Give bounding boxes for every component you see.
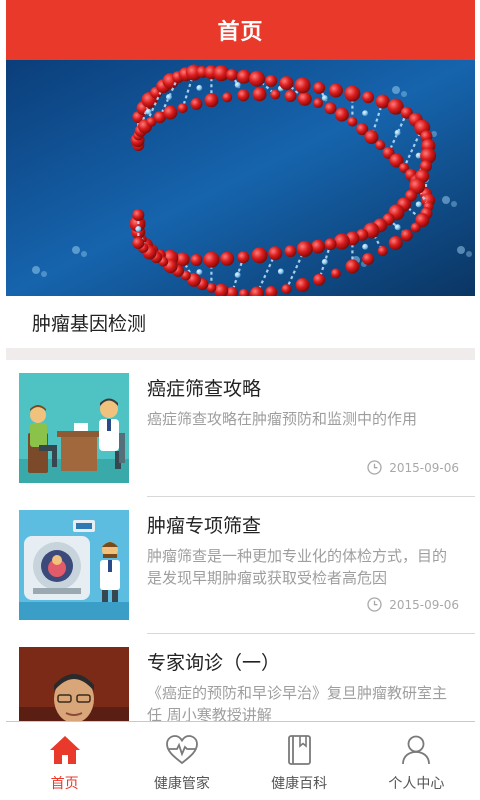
medical-scanner-illustration <box>19 510 129 620</box>
tab-health-manager-label: 健康管家 <box>153 776 210 792</box>
banner-carousel[interactable] <box>6 60 475 296</box>
article-thumbnail[interactable] <box>19 373 129 483</box>
person-icon <box>402 735 431 765</box>
tab-health-manager[interactable]: 健康管家 <box>123 722 240 800</box>
article-date: 2015-09-06 <box>367 460 459 475</box>
book-icon <box>288 735 312 765</box>
tab-health-encyclopedia-label: 健康百科 <box>271 776 328 792</box>
article-title[interactable]: 专家询诊（一） <box>147 648 280 675</box>
tab-health-encyclopedia[interactable]: 健康百科 <box>241 722 358 800</box>
bottom-tab-bar: 首页 健康管家 健康百科 个人中心 <box>6 721 475 800</box>
section-divider <box>6 348 475 360</box>
article-date-text: 2015-09-06 <box>389 597 459 612</box>
home-icon <box>49 736 80 764</box>
dna-molecule-image <box>6 60 475 296</box>
banner-caption[interactable]: 肿瘤基因检测 <box>6 296 475 348</box>
article-summary: 肿瘤筛查是一种更加专业化的体检方式，目的是发现早期肿瘤或获取受检者高危因 <box>147 547 448 587</box>
doctor-consultation-illustration <box>19 373 129 483</box>
article-thumbnail[interactable] <box>19 510 129 620</box>
article-item[interactable]: 癌症筛查攻略 癌症筛查攻略在肿瘤预防和监测中的作用 2015-09-06 <box>6 360 475 497</box>
article-item[interactable]: 肿瘤专项筛查 肿瘤筛查是一种更加专业化的体检方式，目的是发现早期肿瘤或获取受检者… <box>6 497 475 634</box>
article-date: 2015-09-06 <box>367 597 459 612</box>
article-summary: 癌症筛查攻略在肿瘤预防和监测中的作用 <box>147 410 418 428</box>
article-summary: 《癌症的预防和早诊早治》复旦肿瘤教研室主任 周小寒教授讲解 <box>147 684 448 724</box>
page-title: 首页 <box>217 20 264 45</box>
header-bar: 首页 <box>6 0 475 60</box>
clock-icon <box>367 597 382 612</box>
tab-home[interactable]: 首页 <box>6 722 123 800</box>
app-screen: 首页 肿瘤基因检测 癌症筛查攻略 癌症筛查攻略在肿瘤预防和监测中的作用 2015… <box>6 0 475 800</box>
heartbeat-icon <box>165 735 198 765</box>
article-title[interactable]: 癌症筛查攻略 <box>147 374 261 401</box>
clock-icon <box>367 460 382 475</box>
article-date-text: 2015-09-06 <box>389 460 459 475</box>
article-title[interactable]: 肿瘤专项筛查 <box>147 511 261 538</box>
tab-personal-center[interactable]: 个人中心 <box>358 722 475 800</box>
tab-home-label: 首页 <box>50 776 79 792</box>
tab-personal-center-label: 个人中心 <box>388 776 445 792</box>
